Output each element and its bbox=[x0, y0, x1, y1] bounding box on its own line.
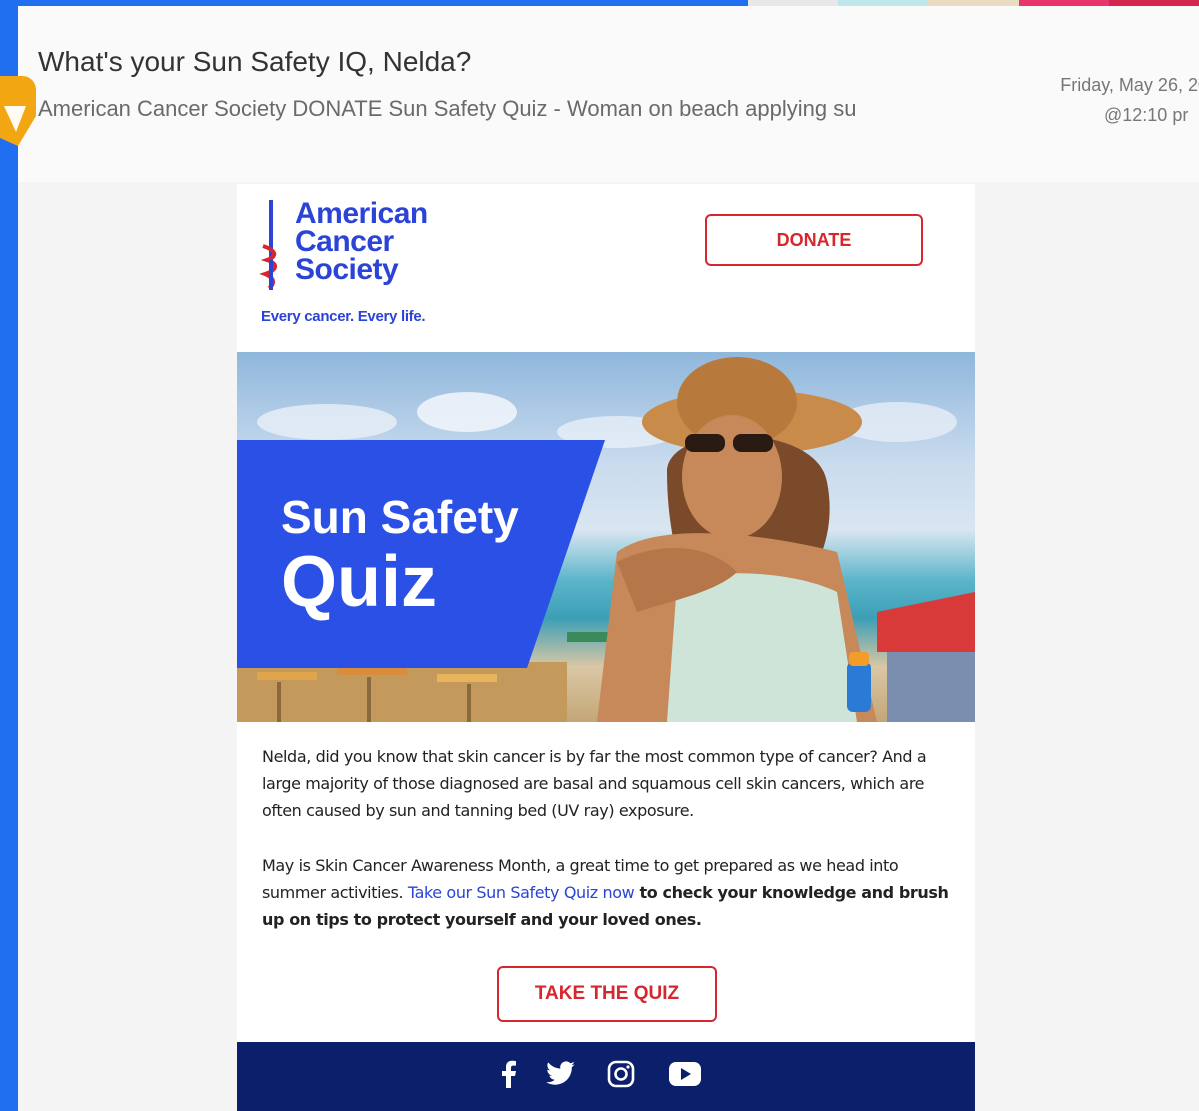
youtube-icon[interactable] bbox=[667, 1056, 703, 1092]
logo-wordmark: American Cancer Society bbox=[295, 197, 428, 286]
facebook-icon[interactable] bbox=[491, 1056, 527, 1092]
gold-badge-icon bbox=[0, 76, 36, 146]
email-footer bbox=[237, 1042, 975, 1111]
donate-button[interactable]: DONATE bbox=[705, 214, 923, 266]
sun-safety-quiz-link[interactable]: Take our Sun Safety Quiz now bbox=[408, 883, 635, 902]
email-body-card: American Cancer Society Every cancer. Ev… bbox=[237, 184, 975, 1111]
logo-line-1: American bbox=[295, 197, 428, 230]
instagram-icon[interactable] bbox=[603, 1056, 639, 1092]
tagline: Every cancer. Every life. bbox=[261, 308, 426, 325]
logo-line-2: Cancer bbox=[295, 225, 394, 258]
take-the-quiz-button[interactable]: TAKE THE QUIZ bbox=[497, 966, 717, 1022]
footer-links bbox=[357, 1104, 857, 1110]
hero-title-line-1: Sun Safety bbox=[281, 491, 519, 543]
body-paragraph-2: May is Skin Cancer Awareness Month, a gr… bbox=[262, 852, 952, 933]
email-header: What's your Sun Safety IQ, Nelda? Americ… bbox=[18, 6, 1199, 182]
body-paragraph-1: Nelda, did you know that skin cancer is … bbox=[262, 747, 927, 820]
email-date: Friday, May 26, 202 @12:10 pr bbox=[1018, 70, 1199, 130]
hero-image[interactable]: Sun Safety Quiz bbox=[237, 352, 975, 722]
email-preview: American Cancer Society DONATE Sun Safet… bbox=[38, 96, 857, 121]
twitter-icon[interactable] bbox=[543, 1056, 579, 1092]
email-window: What's your Sun Safety IQ, Nelda? Americ… bbox=[18, 6, 1199, 1111]
email-date-day: Friday, May 26, 202 bbox=[1060, 75, 1199, 95]
email-subject: What's your Sun Safety IQ, Nelda? bbox=[38, 46, 472, 77]
logo-line-3: Society bbox=[295, 253, 399, 286]
sword-icon bbox=[259, 200, 277, 290]
email-date-time: @12:10 pr bbox=[1104, 105, 1189, 125]
hero-title-line-2: Quiz bbox=[281, 542, 437, 622]
